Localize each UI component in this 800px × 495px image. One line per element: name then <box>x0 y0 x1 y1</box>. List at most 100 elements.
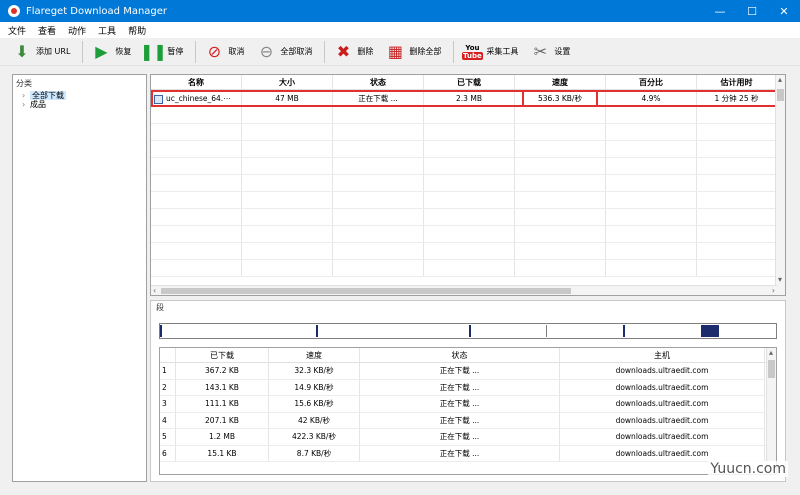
vertical-scrollbar[interactable]: ▴ <box>766 348 776 474</box>
add-url-label: 添加 URL <box>36 47 71 56</box>
settings-button[interactable]: ✂ 设置 <box>526 40 574 64</box>
tree-item-label: 成品 <box>30 100 46 109</box>
empty-cell <box>242 175 333 191</box>
col-size[interactable]: 大小 <box>242 75 333 89</box>
toolbar-separator <box>82 40 84 63</box>
tab-segments[interactable]: 段 <box>156 302 164 313</box>
delete-label: 删除 <box>357 47 374 56</box>
empty-row <box>151 107 785 124</box>
empty-cell <box>515 158 606 174</box>
empty-cell <box>606 260 697 276</box>
pause-button[interactable]: ❚❚ 暂停 <box>139 40 187 64</box>
scroll-down-icon[interactable]: ▾ <box>778 275 782 285</box>
delete-button[interactable]: ✖ 删除 <box>329 40 377 64</box>
segment-speed: 42 KB/秒 <box>269 412 360 428</box>
delete-all-button[interactable]: ▦ 删除全部 <box>381 40 445 64</box>
scrollbar-thumb[interactable] <box>768 360 775 378</box>
segment-downloaded: 143.1 KB <box>176 379 269 395</box>
menu-file[interactable]: 文件 <box>8 24 26 37</box>
segment-row[interactable]: 2 143.1 KB 14.9 KB/秒 正在下载 ... downloads.ultr… <box>160 379 776 396</box>
scroll-up-icon[interactable]: ▴ <box>769 348 773 358</box>
tree-item-finished[interactable]: › 成品 <box>16 100 143 109</box>
segment-row[interactable]: 6 15.1 KB 8.7 KB/秒 正在下载 ... downloads.ultrae… <box>160 445 776 462</box>
segment-marker <box>160 325 162 337</box>
segment-row[interactable]: 1 367.2 KB 32.3 KB/秒 正在下载 ... downloads.ultr… <box>160 363 776 380</box>
scrollbar-thumb[interactable] <box>161 288 571 294</box>
empty-cell <box>606 209 697 225</box>
prohibited-icon: ⊘ <box>207 42 222 61</box>
col-status[interactable]: 状态 <box>333 75 424 89</box>
pause-icon: ❚❚ <box>140 42 167 61</box>
menu-tools[interactable]: 工具 <box>98 24 116 37</box>
menu-help[interactable]: 帮助 <box>128 24 146 37</box>
segment-row[interactable]: 5 1.2 MB 422.3 KB/秒 正在下载 ... downloads.ultra… <box>160 429 776 446</box>
vertical-scrollbar[interactable]: ▴ ▾ <box>775 75 785 295</box>
col-eta[interactable]: 估计用时 <box>697 75 777 89</box>
toolbar-separator <box>195 40 197 63</box>
empty-cell <box>515 260 606 276</box>
col-seg-status[interactable]: 状态 <box>360 348 560 362</box>
scroll-right-icon[interactable]: › <box>772 286 775 295</box>
empty-cell <box>515 141 606 157</box>
segment-downloaded: 111.1 KB <box>176 396 269 412</box>
segment-row[interactable]: 3 111.1 KB 15.6 KB/秒 正在下载 ... downloads.ultr… <box>160 396 776 413</box>
col-seg-downloaded[interactable]: 已下载 <box>176 348 269 362</box>
empty-cell <box>424 175 515 191</box>
empty-cell <box>151 124 242 140</box>
cancel-all-button[interactable]: ⊖ 全部取消 <box>252 40 316 64</box>
empty-cell <box>151 107 242 123</box>
download-speed: 536.3 KB/秒 <box>522 90 598 106</box>
col-seg-speed[interactable]: 速度 <box>269 348 360 362</box>
empty-cell <box>242 124 333 140</box>
empty-cell <box>515 192 606 208</box>
category-header: 分类 <box>16 79 32 88</box>
segment-downloaded: 207.1 KB <box>176 412 269 428</box>
empty-cell <box>151 141 242 157</box>
horizontal-scrollbar[interactable]: ‹ › <box>151 285 777 295</box>
resume-label: 恢复 <box>115 47 132 56</box>
segment-progress-bar <box>159 323 777 339</box>
download-row[interactable]: uc_chinese_64.⋯ 47 MB 正在下载 ... 2.3 MB 53… <box>151 90 785 107</box>
download-percent: 4.9% <box>606 90 697 106</box>
empty-cell <box>424 260 515 276</box>
menu-view[interactable]: 查看 <box>38 24 56 37</box>
segment-row[interactable]: 4 207.1 KB 42 KB/秒 正在下载 ... downloads.ultrae… <box>160 412 776 429</box>
empty-cell <box>333 260 424 276</box>
empty-row <box>151 158 785 175</box>
download-name-cell: uc_chinese_64.⋯ <box>151 90 242 106</box>
empty-cell <box>515 175 606 191</box>
tree-item-label: 全部下载 <box>30 91 66 100</box>
col-percent[interactable]: 百分比 <box>606 75 697 89</box>
download-name: uc_chinese_64.⋯ <box>166 94 231 103</box>
menu-action[interactable]: 动作 <box>68 24 86 37</box>
segment-downloaded: 1.2 MB <box>176 429 269 445</box>
scrollbar-thumb[interactable] <box>777 89 784 101</box>
chevron-right-icon[interactable]: › <box>22 91 30 100</box>
segment-speed: 422.3 KB/秒 <box>269 429 360 445</box>
play-icon: ▶ <box>95 42 108 61</box>
maximize-button[interactable]: ☐ <box>736 0 768 22</box>
resume-button[interactable]: ▶ 恢复 <box>87 40 135 64</box>
segments-panel: 段 已下载 速度 状态 主机 1 367.2 KB 32.3 KB/秒 正在下载 ..… <box>150 300 786 482</box>
col-downloaded[interactable]: 已下载 <box>424 75 515 89</box>
add-url-button[interactable]: ⬇ 添加 URL <box>8 40 74 64</box>
segment-speed: 32.3 KB/秒 <box>269 363 360 379</box>
col-speed[interactable]: 速度 <box>515 75 606 89</box>
tree-item-all-downloads[interactable]: › 全部下载 <box>16 91 143 100</box>
grabber-button[interactable]: You Tube 采集工具 <box>458 40 522 64</box>
toolbar: ⬇ 添加 URL ▶ 恢复 ❚❚ 暂停 ⊘ 取消 ⊖ 全部取消 ✖ 删除 ▦ 删… <box>0 38 800 66</box>
cancel-label: 取消 <box>228 47 245 56</box>
cancel-button[interactable]: ⊘ 取消 <box>200 40 248 64</box>
chevron-right-icon[interactable]: › <box>22 100 30 109</box>
col-name[interactable]: 名称 <box>151 75 242 89</box>
empty-cell <box>151 158 242 174</box>
menu-bar: 文件 查看 动作 工具 帮助 <box>0 22 800 38</box>
scroll-left-icon[interactable]: ‹ <box>153 286 156 295</box>
empty-cell <box>333 175 424 191</box>
close-button[interactable]: ✕ <box>768 0 800 22</box>
toolbar-separator <box>324 40 326 63</box>
segment-host: downloads.ultraedit.com <box>560 429 765 445</box>
scroll-up-icon[interactable]: ▴ <box>778 75 782 85</box>
minimize-button[interactable]: — <box>704 0 736 22</box>
col-seg-host[interactable]: 主机 <box>560 348 765 362</box>
